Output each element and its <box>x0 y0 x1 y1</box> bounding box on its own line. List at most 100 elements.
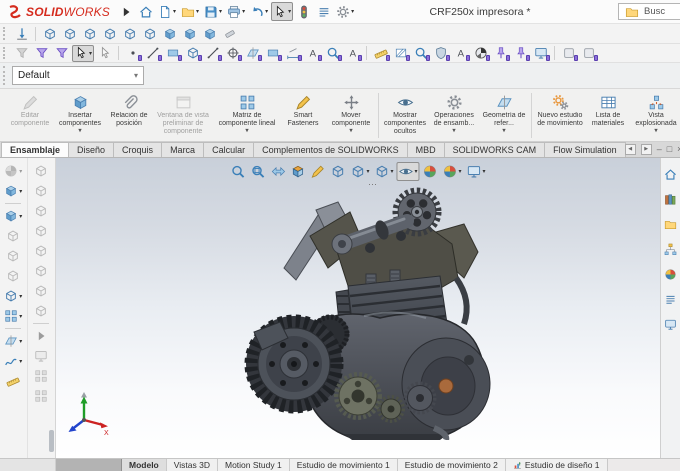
minimize-button[interactable]: – <box>657 145 662 154</box>
tab-marca[interactable]: Marca <box>161 142 205 157</box>
sketch-tools-icon[interactable] <box>308 162 327 181</box>
smart-fastener-cube-icon[interactable]: ▾ <box>2 287 24 305</box>
filter-plane-icon[interactable] <box>243 45 263 62</box>
eraser-knife-icon[interactable] <box>220 24 239 43</box>
filter-origin-icon[interactable] <box>223 45 243 62</box>
funnel-outline-icon[interactable] <box>32 45 51 62</box>
tab-solidworks-cam[interactable]: SOLIDWORKS CAM <box>443 142 546 157</box>
filter-magnify-icon[interactable] <box>323 45 343 62</box>
custom-properties-list-icon[interactable] <box>662 291 679 307</box>
filter-ruler-icon[interactable] <box>371 45 391 62</box>
ribbon-button-geometri-a-de-refer[interactable]: Geometría de refer... ▾ <box>479 90 529 141</box>
new-doc-icon[interactable]: ▾ <box>156 2 178 21</box>
restore-button[interactable]: □ <box>667 145 672 154</box>
undo-icon[interactable]: ▾ <box>248 2 270 21</box>
search-folder-icon[interactable] <box>623 5 641 19</box>
filter-a-icon[interactable] <box>559 45 579 62</box>
home-icon[interactable] <box>662 166 679 182</box>
select-cursor-icon[interactable]: ▾ <box>271 2 294 21</box>
graphics-viewport[interactable]: ▾ ▾ ▾ ▾ ▾ ⋯ X <box>56 158 660 458</box>
update-anchor-icon[interactable] <box>12 24 31 43</box>
ref-plane-icon[interactable]: ▾ <box>2 332 24 350</box>
bottom-tab-vistas-3d[interactable]: Vistas 3D <box>166 459 218 471</box>
filter-pie-icon[interactable] <box>471 45 491 62</box>
view-cube-shaded-dim-icon[interactable] <box>180 24 199 43</box>
horizontal-scrollbar-thumb[interactable] <box>56 459 122 471</box>
configuration-combobox[interactable]: Default ▾ <box>12 66 144 85</box>
tab-croquis[interactable]: Croquis <box>113 142 163 157</box>
view-cube-shaded-iso-icon[interactable] <box>160 24 179 43</box>
filter-surface-icon[interactable] <box>263 45 283 62</box>
hide-show-eye-icon[interactable]: ▾ <box>396 162 420 181</box>
filter-hatch-icon[interactable] <box>391 45 411 62</box>
filter-face-icon[interactable] <box>163 45 183 62</box>
filter-shield-icon[interactable] <box>431 45 451 62</box>
collapse-pane-left-button[interactable]: ◀ <box>624 144 636 155</box>
tab-flow-simulation[interactable]: Flow Simulation <box>544 142 626 157</box>
filter-edge-icon[interactable] <box>143 45 163 62</box>
zoom-fit-icon[interactable] <box>228 162 247 181</box>
bottom-tab-modelo[interactable]: Modelo <box>122 459 167 471</box>
bottom-tab-motion-study-1[interactable]: Motion Study 1 <box>217 459 290 471</box>
ribbon-button-smart-fasteners[interactable]: Smart Fasteners <box>280 90 326 141</box>
view-settings-monitor-icon[interactable]: ▾ <box>465 162 488 181</box>
filter-b-icon[interactable] <box>579 45 599 62</box>
bottom-tab-estudio-de-movimiento-1[interactable]: Estudio de movimiento 1 <box>289 459 398 471</box>
open-folder-icon[interactable]: ▾ <box>179 2 201 21</box>
previous-view-icon[interactable] <box>268 162 287 181</box>
search-box[interactable]: Busc <box>618 3 680 20</box>
select-cursor-icon[interactable]: ▾ <box>72 44 95 62</box>
edit-appearance-sphere-icon[interactable] <box>421 162 440 181</box>
filter-pin-right-icon[interactable] <box>511 45 531 62</box>
left-toolbar-scrollbar-thumb[interactable] <box>49 430 54 452</box>
filter-dimension-icon[interactable] <box>283 45 303 62</box>
bottom-tab-estudio-de-disen-o-1[interactable]: Estudio de diseño 1 <box>505 459 608 471</box>
mate-cube-shaded-icon[interactable]: ▾ <box>2 207 24 225</box>
filter-solid-icon[interactable] <box>183 45 203 62</box>
tab-complementos-de-solidworks[interactable]: Complementos de SOLIDWORKS <box>253 142 408 157</box>
apply-scene-sphere-icon[interactable]: ▾ <box>441 162 464 181</box>
design-library-books-icon[interactable] <box>662 191 679 207</box>
insert-component-cube-icon[interactable]: ▾ <box>2 182 24 200</box>
filter-annotation-icon[interactable]: A <box>303 45 323 62</box>
print-icon[interactable]: ▾ <box>225 2 247 21</box>
linear-pattern-icon[interactable]: ▾ <box>2 307 24 325</box>
explode-squiggle-icon[interactable]: ▾ <box>2 352 24 370</box>
view-cube-hlr-icon[interactable] <box>60 24 79 43</box>
forum-monitor-icon[interactable] <box>662 316 679 332</box>
toolbar-drag-handle[interactable] <box>3 27 8 40</box>
filter-textbox-icon[interactable]: A <box>343 45 363 62</box>
ribbon-button-mostrar-componentes-ocultos[interactable]: Mostrar componentes ocultos <box>381 90 429 141</box>
filter-axis-icon[interactable] <box>203 45 223 62</box>
view-cube-shaded-tri-icon[interactable] <box>200 24 219 43</box>
tab-ensamblaje[interactable]: Ensamblaje <box>1 142 70 157</box>
zoom-area-icon[interactable] <box>248 162 267 181</box>
filter-pin-left-icon[interactable] <box>491 45 511 62</box>
file-properties-icon[interactable] <box>314 2 333 21</box>
ribbon-button-insertar-componentes[interactable]: Insertar componentes ▾ <box>54 90 106 141</box>
toolbar-drag-handle[interactable] <box>3 47 8 59</box>
engine-3d-model[interactable] <box>224 182 500 440</box>
ribbon-button-relacio-n-de-posicio-n[interactable]: Relación de posición <box>106 90 152 141</box>
tab-disen-o[interactable]: Diseño <box>68 142 115 157</box>
filter-vertex-icon[interactable] <box>123 45 143 62</box>
measure-ruler-icon[interactable] <box>4 372 23 390</box>
filter-magnify2-icon[interactable] <box>411 45 431 62</box>
view-cube-left-icon[interactable] <box>120 24 139 43</box>
funnel-filter-icon[interactable] <box>52 45 71 62</box>
view-cube-front-icon[interactable] <box>100 24 119 43</box>
save-icon[interactable]: ▾ <box>202 2 224 21</box>
view-palette-hier-icon[interactable] <box>662 241 679 257</box>
toolbar-drag-handle[interactable] <box>3 66 8 85</box>
tab-calcular[interactable]: Calcular <box>203 142 255 157</box>
collapse-pane-right-button[interactable]: ▶ <box>640 144 652 155</box>
home-icon[interactable] <box>136 2 155 21</box>
appearances-wheel-icon[interactable] <box>662 266 679 282</box>
file-explorer-folder-icon[interactable] <box>662 216 679 232</box>
ribbon-button-operaciones-de-ensamb[interactable]: Operaciones de ensamb... ▾ <box>429 90 479 141</box>
view-cube-hlv-icon[interactable] <box>80 24 99 43</box>
rotate-cube-icon[interactable] <box>328 162 347 181</box>
ribbon-button-vista-explosionada[interactable]: Vista explosionada ▾ <box>630 90 680 141</box>
view-cube-wire-icon[interactable] <box>40 24 59 43</box>
options-gear-icon[interactable]: ▾ <box>334 2 356 21</box>
